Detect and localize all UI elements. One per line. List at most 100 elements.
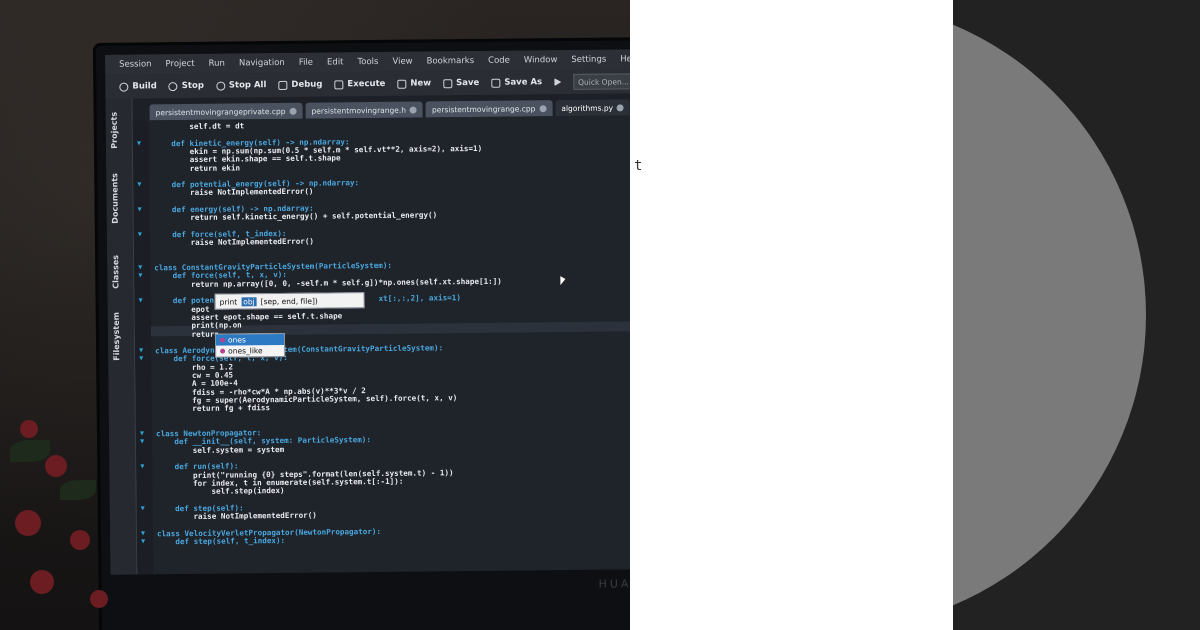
code-line: self.system = system [156,444,285,455]
berry-shape [90,590,108,608]
code-line: self.dt = dt [152,121,245,132]
menu-item-file[interactable]: File [299,58,313,68]
fold-arrow-icon[interactable]: ▾ [139,354,143,363]
stop-label: Stop [181,80,204,92]
file-tab-label: persistentmovingrangeprivate.cpp [155,106,286,117]
autocomplete-popup: ones ones_like [214,332,286,358]
menu-item-edit[interactable]: Edit [327,57,344,67]
fold-arrow-icon[interactable]: ▾ [140,437,144,446]
file-tab-label: persistentmovingrange.h [311,105,407,116]
calltip-rest: [sep, end, file]) [260,296,318,306]
code-line: self.step(index) [156,486,285,497]
close-icon[interactable] [616,103,625,111]
fold-arrow-icon[interactable]: ▾ [137,138,141,147]
execute-icon [334,79,344,89]
build-icon [119,82,129,92]
plant-decoration [0,400,140,630]
build-label: Build [132,81,157,92]
save-label: Save [456,77,480,89]
file-tab-label: persistentmovingrange.cpp [431,103,536,114]
stop-icon [168,81,178,91]
stop-button[interactable]: Stop [168,80,204,92]
chevron-right-icon [554,78,562,87]
monitor-photo: Session Project Run Navigation File Edit… [0,0,630,630]
mouse-pointer-icon [560,276,566,286]
autocomplete-label: ones [227,335,246,345]
build-button[interactable]: Build [119,81,157,92]
fold-arrow-icon[interactable]: ▾ [141,503,145,512]
autocomplete-label: ones_like [228,346,263,356]
function-icon [220,348,226,354]
menu-item-help[interactable]: Help [620,54,630,64]
debug-button[interactable]: Debug [278,80,322,90]
save-as-button[interactable]: Save As [491,77,542,88]
leaf-shape [60,480,96,500]
calltip-function: print [219,296,238,307]
save-icon [443,78,453,88]
code-line: raise NotImplementedError() [153,236,315,248]
menu-item-code[interactable]: Code [488,56,510,66]
code-line: raise NotImplementedError() [153,187,314,198]
monitor-bezel: Session Project Run Navigation File Edit… [92,37,630,630]
menu-item-session[interactable]: Session [119,59,152,69]
gray-disc-shape [953,0,1146,630]
menu-item-tools[interactable]: Tools [357,57,378,67]
leaf-shape [10,440,50,462]
fold-arrow-icon[interactable]: ▾ [138,271,142,280]
berry-shape [20,420,38,438]
new-file-icon [397,79,407,89]
menu-item-project[interactable]: Project [165,59,194,69]
calltip-current-arg: obj [241,296,257,306]
stop-all-label: Stop All [228,80,267,91]
execute-button[interactable]: Execute [334,79,385,90]
execute-label: Execute [347,78,386,90]
menu-item-navigation[interactable]: Navigation [239,58,285,68]
autocomplete-item[interactable]: ones_like [216,345,284,357]
side-tab-filesystem[interactable]: Filesystem [112,312,122,361]
autocomplete-item[interactable]: ones [215,333,285,346]
close-icon[interactable] [539,104,547,112]
quick-open-input[interactable]: Quick Open... [572,73,630,90]
menu-item-view[interactable]: View [392,57,412,67]
berry-shape [15,510,41,536]
side-tab-projects[interactable]: Projects [110,112,119,149]
stop-all-icon [215,81,225,91]
fold-arrow-icon[interactable]: ▾ [139,296,143,305]
fold-arrow-icon[interactable]: ▾ [138,204,142,213]
file-tab-active[interactable]: algorithms.py [555,99,630,117]
code-line: return fg + fdiss [155,403,271,414]
fold-arrow-icon[interactable]: ▾ [137,180,141,189]
fold-arrow-icon[interactable]: ▾ [141,536,145,545]
file-tab[interactable]: persistentmovingrange.cpp [425,100,553,118]
toolbar: Build Stop Stop All Debug Execute New Sa… [105,69,630,99]
code-editor[interactable]: self.dt = dt def kinetic_energy(self) ->… [132,115,630,575]
calltip-popup: print obj [sep, end, file]) [214,292,365,310]
code-line: raise NotImplementedError() [156,510,317,522]
fold-arrow-icon[interactable]: ▾ [140,462,144,471]
more-toolbar-button[interactable] [554,78,562,87]
ide-screen: Session Project Run Navigation File Edit… [104,49,630,575]
berry-shape [45,455,67,477]
close-icon[interactable] [409,106,418,114]
side-tab-classes[interactable]: Classes [111,255,120,289]
menu-item-window[interactable]: Window [524,55,558,65]
debug-label: Debug [291,79,323,90]
file-tab[interactable]: persistentmovingrangeprivate.cpp [149,102,303,121]
menu-item-run[interactable]: Run [209,59,225,69]
side-tab-documents[interactable]: Documents [110,173,120,224]
file-tab-label: algorithms.py [561,103,614,113]
code-line: return ekin [153,162,241,173]
stop-all-button[interactable]: Stop All [215,80,267,91]
close-icon[interactable] [289,107,297,115]
berry-shape [30,570,54,594]
file-tab[interactable]: persistentmovingrange.h [305,101,424,119]
save-as-icon [491,78,501,88]
menu-item-settings[interactable]: Settings [571,55,606,65]
menu-item-bookmarks[interactable]: Bookmarks [427,56,475,66]
new-button[interactable]: New [397,78,432,89]
function-icon [219,337,226,343]
code-line: return [154,329,219,339]
new-label: New [410,78,432,89]
fold-arrow-icon[interactable]: ▾ [138,229,142,238]
save-button[interactable]: Save [443,78,479,88]
